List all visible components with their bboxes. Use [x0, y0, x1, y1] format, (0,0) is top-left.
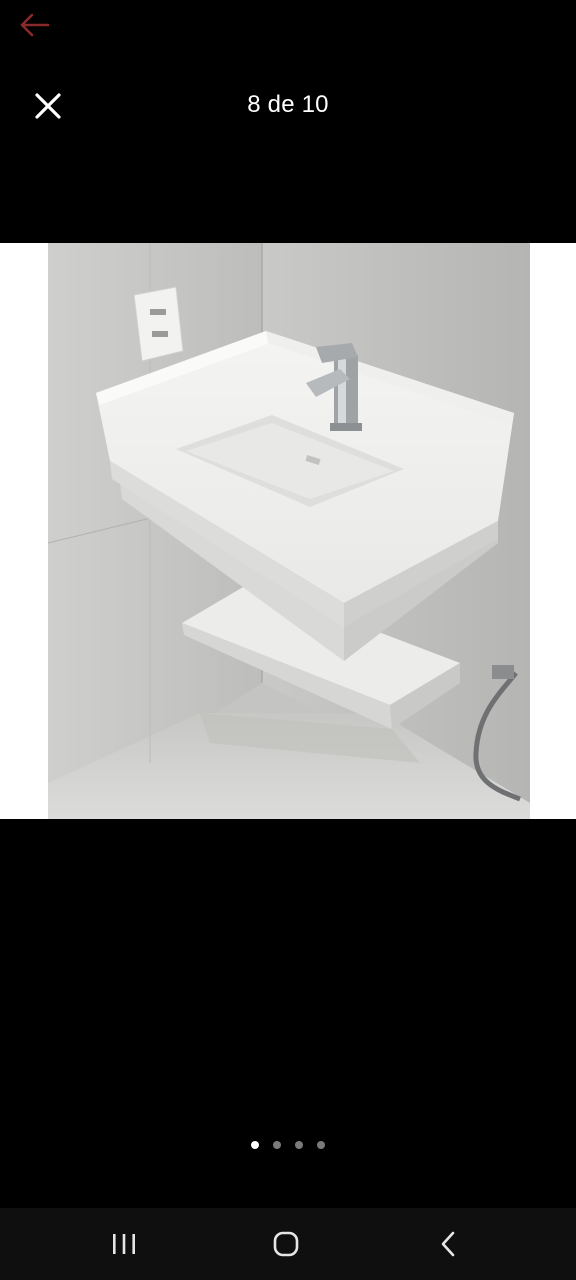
- home-button[interactable]: [256, 1220, 316, 1268]
- arrow-left-icon: [20, 13, 50, 37]
- home-icon: [273, 1231, 299, 1257]
- image-counter: 8 de 10: [247, 91, 329, 118]
- recents-button[interactable]: [94, 1220, 154, 1268]
- page-dot[interactable]: [295, 1141, 303, 1149]
- page-dot-active[interactable]: [251, 1141, 259, 1149]
- back-button[interactable]: [14, 8, 54, 42]
- product-photo[interactable]: [0, 243, 576, 819]
- page-indicator: [0, 1141, 576, 1149]
- system-navigation-bar: [0, 1208, 576, 1280]
- nav-back-button[interactable]: [418, 1220, 478, 1268]
- page-dot[interactable]: [317, 1141, 325, 1149]
- chevron-left-icon: [441, 1231, 455, 1257]
- recents-icon: [113, 1234, 135, 1254]
- viewer-header: 8 de 10: [0, 72, 576, 138]
- page-dot[interactable]: [273, 1141, 281, 1149]
- sink-vanity-image: [47, 243, 530, 819]
